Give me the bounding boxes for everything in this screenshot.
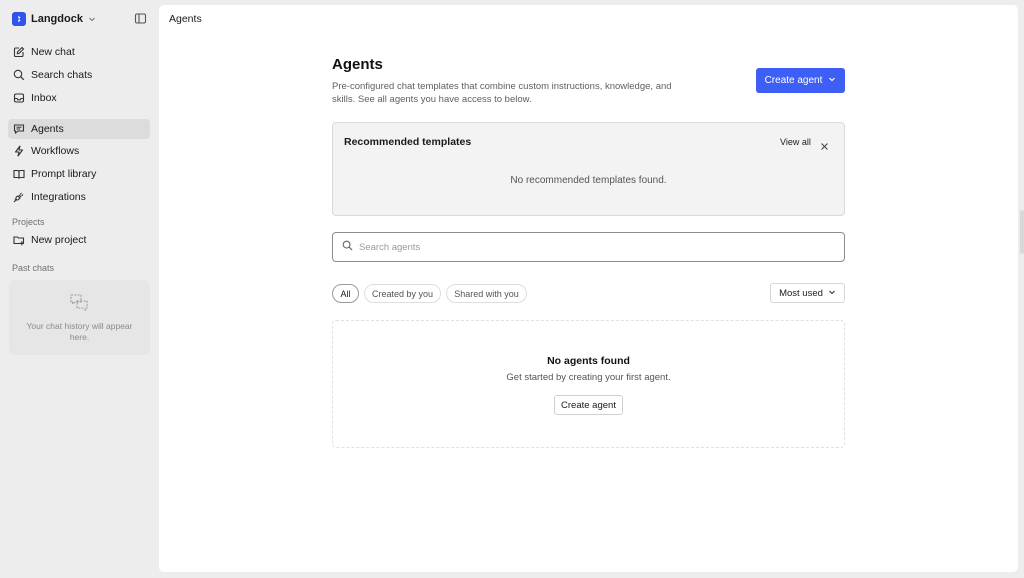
folder-plus-icon — [13, 234, 25, 246]
topbar-title: Agents — [169, 13, 202, 25]
sidebar-item-label: Agents — [31, 123, 64, 135]
sidebar-item-prompt-library[interactable]: Prompt library — [8, 164, 150, 184]
sidebar-toggle-icon[interactable] — [134, 12, 147, 25]
chevron-down-icon — [828, 288, 836, 299]
sidebar-item-label: New project — [31, 234, 87, 246]
sidebar-item-label: Prompt library — [31, 168, 97, 180]
lightning-icon — [13, 145, 25, 157]
scrollbar-handle[interactable] — [1020, 210, 1024, 254]
chat-history-empty-text: Your chat history will appear here. — [26, 321, 133, 342]
recommended-templates-title: Recommended templates — [344, 136, 472, 148]
create-agent-label: Create agent — [764, 75, 823, 86]
sidebar-item-new-project[interactable]: New project — [8, 230, 150, 250]
sidebar-item-label: Workflows — [31, 145, 80, 157]
sidebar-item-search-chats[interactable]: Search chats — [8, 65, 150, 85]
chat-bubbles-icon — [69, 292, 89, 312]
main-content: Agents Agents Pre-configured chat templa… — [159, 5, 1018, 572]
plug-icon — [13, 191, 25, 203]
sort-label: Most used — [779, 287, 823, 299]
chevron-down-icon — [828, 75, 836, 86]
sidebar-item-integrations[interactable]: Integrations — [8, 187, 150, 207]
chat-history-empty-card: Your chat history will appear here. — [9, 280, 150, 355]
agents-icon — [13, 123, 25, 135]
search-agents-field[interactable] — [332, 232, 845, 262]
empty-create-agent-button[interactable]: Create agent — [554, 395, 623, 415]
filter-chip-shared-with-you[interactable]: Shared with you — [446, 284, 527, 303]
sidebar-item-inbox[interactable]: Inbox — [8, 88, 150, 108]
langdock-logo-icon — [12, 12, 26, 26]
sidebar-item-label: Search chats — [31, 69, 93, 81]
sidebar-item-label: Integrations — [31, 191, 86, 203]
workspace-name: Langdock — [31, 13, 83, 25]
empty-state-title: No agents found — [547, 355, 630, 367]
sidebar: Langdock New chat Search chats Inbox Age… — [0, 0, 158, 578]
search-agents-input[interactable] — [359, 241, 819, 253]
edit-icon — [13, 46, 25, 58]
create-agent-button[interactable]: Create agent — [756, 68, 845, 93]
filter-chip-created-by-you[interactable]: Created by you — [364, 284, 441, 303]
view-all-link[interactable]: View all — [780, 137, 811, 147]
book-icon — [13, 168, 25, 180]
sidebar-item-workflows[interactable]: Workflows — [8, 141, 150, 161]
sidebar-item-new-chat[interactable]: New chat — [8, 42, 150, 62]
workspace-switcher[interactable]: Langdock — [12, 11, 96, 27]
recommended-templates-panel: Recommended templates View all No recomm… — [332, 122, 845, 216]
inbox-icon — [13, 92, 25, 104]
page-description: Pre-configured chat templates that combi… — [332, 81, 672, 105]
sort-dropdown[interactable]: Most used — [770, 283, 845, 303]
filter-chip-all[interactable]: All — [332, 284, 359, 303]
search-icon — [342, 238, 353, 256]
chevron-down-icon — [88, 15, 96, 23]
sidebar-item-label: Inbox — [31, 92, 57, 104]
sidebar-item-label: New chat — [31, 46, 75, 58]
projects-section-label: Projects — [12, 217, 45, 227]
empty-state-subtitle: Get started by creating your first agent… — [506, 372, 671, 383]
sidebar-item-agents[interactable]: Agents — [8, 119, 150, 139]
page-title: Agents — [332, 56, 383, 73]
past-chats-section-label: Past chats — [12, 263, 55, 273]
agents-empty-state: No agents found Get started by creating … — [332, 320, 845, 448]
close-icon[interactable] — [820, 138, 829, 150]
recommended-empty-text: No recommended templates found. — [510, 175, 667, 186]
search-icon — [13, 69, 25, 81]
